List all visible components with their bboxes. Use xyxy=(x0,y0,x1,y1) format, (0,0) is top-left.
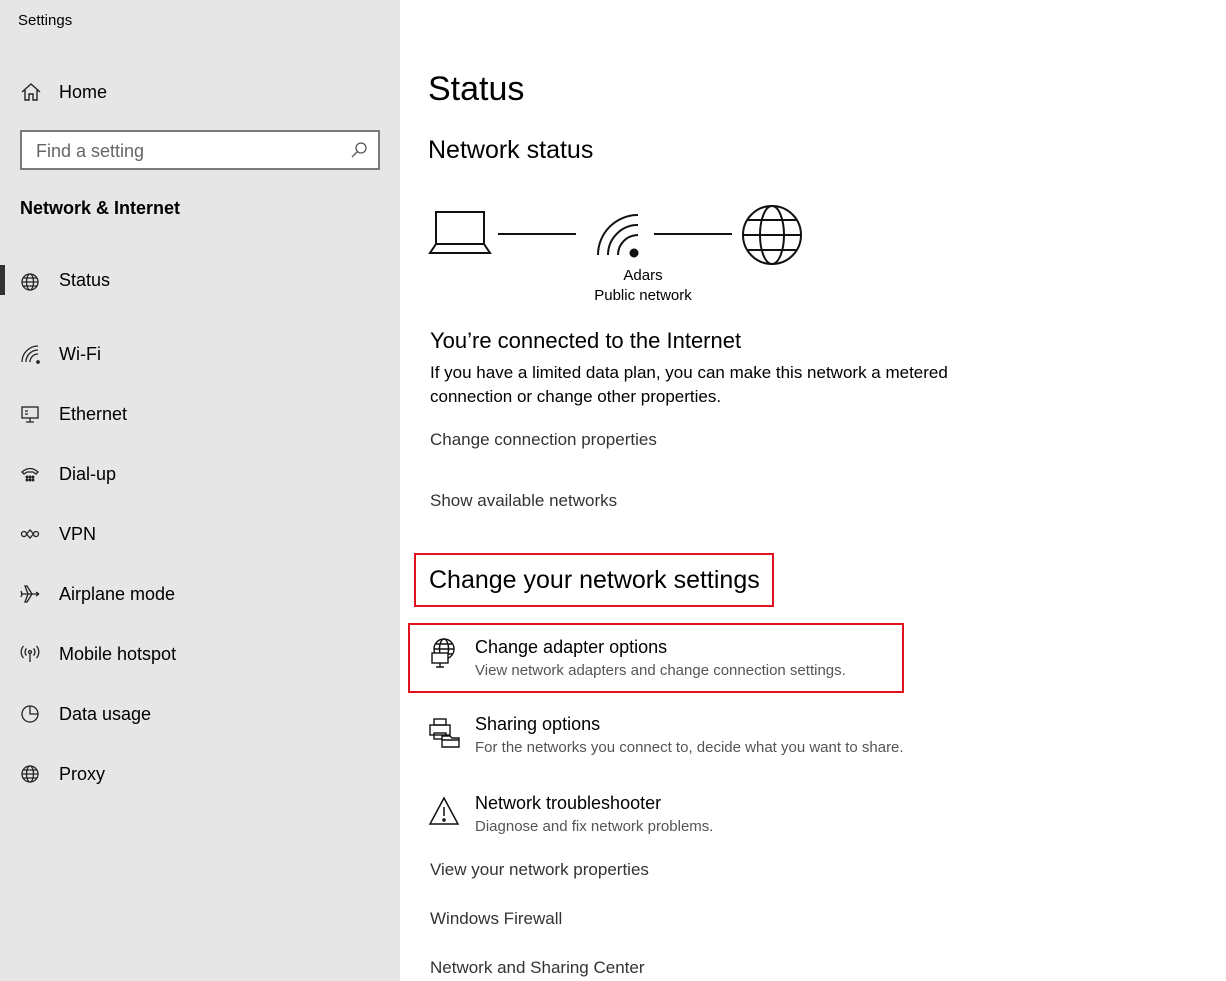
sidebar: Settings Home Find a setting Network & I… xyxy=(0,0,400,981)
network-name: Adars xyxy=(623,267,663,284)
option-name: Network troubleshooter xyxy=(475,793,662,813)
change-network-settings-heading: Change your network settings xyxy=(414,553,774,607)
main-content: Status Network status Adars Public netwo… xyxy=(400,0,1226,981)
sidebar-item-ethernet[interactable]: Ethernet xyxy=(0,384,400,444)
sidebar-nav: Status Wi-Fi Ethernet Dial-up VPN Airpla… xyxy=(0,264,400,804)
dialup-icon xyxy=(18,462,42,486)
option-name: Change adapter options xyxy=(475,637,668,657)
option-name: Sharing options xyxy=(475,714,601,734)
airplane-icon xyxy=(18,582,42,606)
search-icon[interactable] xyxy=(350,141,368,159)
sharing-icon xyxy=(429,718,460,748)
network-diagram: Adars Public network xyxy=(428,200,808,310)
change-connection-properties-link[interactable]: Change connection properties xyxy=(430,430,657,450)
sidebar-item-dialup[interactable]: Dial-up xyxy=(0,444,400,504)
window-title: Settings xyxy=(18,12,73,29)
show-available-networks-link[interactable]: Show available networks xyxy=(430,491,617,511)
data-usage-icon xyxy=(18,702,42,726)
network-troubleshooter[interactable]: Network troubleshooter Diagnose and fix … xyxy=(428,785,988,845)
connection-description: If you have a limited data plan, you can… xyxy=(430,363,948,406)
network-info: Adars Public network xyxy=(568,266,718,306)
warning-icon xyxy=(428,796,460,825)
sidebar-item-label: Status xyxy=(59,270,111,290)
sidebar-item-label: Mobile hotspot xyxy=(59,643,177,664)
network-status-heading: Network status xyxy=(428,136,594,164)
windows-firewall-link[interactable]: Windows Firewall xyxy=(430,909,562,929)
wifi-icon xyxy=(18,342,42,366)
home-label: Home xyxy=(59,81,108,102)
sidebar-item-vpn[interactable]: VPN xyxy=(0,504,400,564)
sidebar-item-label: Dial-up xyxy=(59,463,117,484)
search-placeholder: Find a setting xyxy=(36,141,145,161)
option-desc: For the networks you connect to, decide … xyxy=(475,739,904,756)
sidebar-item-wifi[interactable]: Wi-Fi xyxy=(0,324,400,384)
sidebar-item-data-usage[interactable]: Data usage xyxy=(0,684,400,744)
sharing-options[interactable]: Sharing options For the networks you con… xyxy=(428,706,988,766)
search-input[interactable]: Find a setting xyxy=(20,130,380,170)
sidebar-item-airplane[interactable]: Airplane mode xyxy=(0,564,400,624)
globe-icon xyxy=(18,762,42,786)
option-desc: Diagnose and fix network problems. xyxy=(475,818,714,835)
sidebar-item-label: Airplane mode xyxy=(59,583,176,604)
sidebar-item-label: Proxy xyxy=(59,763,106,784)
globe-status-icon xyxy=(18,270,42,294)
sidebar-item-label: Wi-Fi xyxy=(59,343,101,364)
internet-globe-icon xyxy=(742,205,802,265)
home-nav-item[interactable]: Home xyxy=(20,80,107,104)
section-title: Network & Internet xyxy=(20,198,181,218)
network-type: Public network xyxy=(594,287,692,304)
sidebar-item-status[interactable]: Status xyxy=(0,264,400,324)
laptop-icon xyxy=(428,211,492,254)
page-title: Status xyxy=(428,70,525,108)
home-icon xyxy=(21,83,41,101)
sidebar-item-label: VPN xyxy=(59,523,97,544)
wifi-icon xyxy=(597,214,639,258)
network-sharing-center-link[interactable]: Network and Sharing Center xyxy=(430,958,645,978)
sidebar-item-label: Data usage xyxy=(59,703,152,724)
adapter-icon xyxy=(431,638,455,668)
vpn-icon xyxy=(18,522,42,546)
ethernet-icon xyxy=(18,402,42,426)
hotspot-icon xyxy=(18,642,42,666)
sidebar-item-hotspot[interactable]: Mobile hotspot xyxy=(0,624,400,684)
connection-heading: You’re connected to the Internet xyxy=(430,328,742,353)
view-network-properties-link[interactable]: View your network properties xyxy=(430,860,649,880)
option-desc: View network adapters and change connect… xyxy=(475,662,846,679)
sidebar-item-label: Ethernet xyxy=(59,403,128,424)
change-adapter-options[interactable]: Change adapter options View network adap… xyxy=(408,623,904,693)
sidebar-item-proxy[interactable]: Proxy xyxy=(0,744,400,804)
